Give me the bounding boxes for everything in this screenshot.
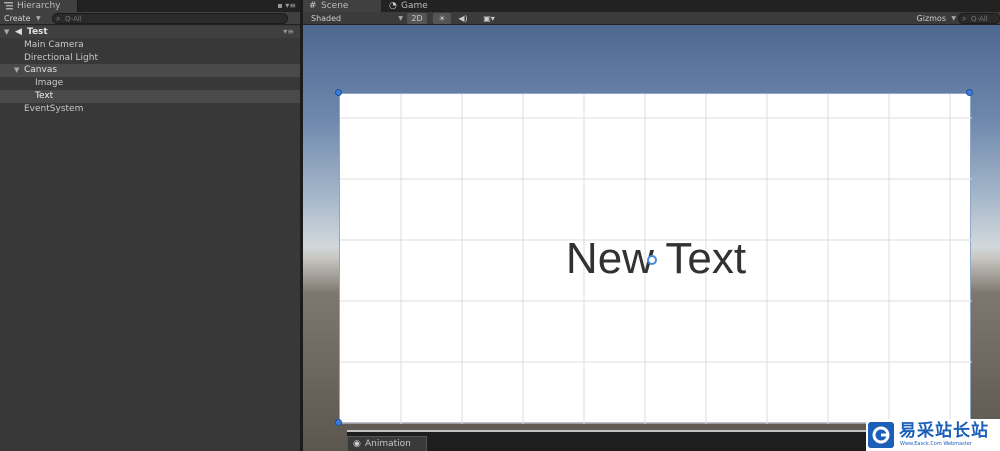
site-logo-icon <box>868 422 894 448</box>
speaker-icon: ◀) <box>458 14 468 23</box>
scene-menu-icon[interactable]: ▾≡ <box>283 26 294 38</box>
tree-item-label: EventSystem <box>24 104 84 114</box>
tab-label: Animation <box>365 439 411 449</box>
tree-item-image[interactable]: Image <box>0 77 300 90</box>
scene-viewport[interactable]: New Text ◉ Animation <box>303 25 1000 451</box>
tab-game[interactable]: ◔ Game <box>383 0 457 12</box>
scene-search[interactable]: ⌕ <box>958 13 1000 24</box>
mode-2d-toggle[interactable]: 2D <box>407 13 427 24</box>
hierarchy-toolbar: Create ▼ ⌕ <box>0 12 300 25</box>
tab-label: Scene <box>321 1 349 11</box>
rect-handle-bottom-left[interactable] <box>335 419 342 426</box>
scene-panel: # Scene ◔ Game Shaded ▼ 2D ☀ ◀) ▣▾ Gizmo… <box>303 0 1000 451</box>
tree-item-label: Image <box>35 78 64 88</box>
dropdown-arrow-icon: ▼ <box>35 15 41 22</box>
tree-item-canvas[interactable]: ▼ Canvas <box>0 64 300 77</box>
shading-mode-label: Shaded <box>311 14 342 23</box>
scene-search-input[interactable] <box>971 14 997 23</box>
list-icon <box>4 2 13 10</box>
tab-animation[interactable]: ◉ Animation <box>347 436 427 451</box>
hierarchy-tab[interactable]: Hierarchy <box>0 0 78 12</box>
tab-scene[interactable]: # Scene <box>303 0 381 12</box>
hierarchy-tab-label: Hierarchy <box>17 1 61 11</box>
pacman-icon: ◔ <box>389 1 397 11</box>
watermark-text: 易采站长站 <box>899 421 989 441</box>
tree-item-label: Main Camera <box>24 40 84 50</box>
ui-canvas-rect[interactable]: New Text <box>339 93 972 424</box>
hierarchy-tab-bar: Hierarchy ▪ ▾≡ <box>0 0 300 12</box>
tab-label: Game <box>401 1 428 11</box>
gizmos-dropdown[interactable]: Gizmos ▼ <box>917 12 956 25</box>
mode-2d-label: 2D <box>411 14 423 23</box>
tree-item-label: Canvas <box>24 65 58 75</box>
lighting-toggle[interactable]: ☀ <box>433 13 451 24</box>
dropdown-arrow-icon: ▼ <box>951 15 956 22</box>
lock-icon[interactable]: ▪ <box>277 1 282 10</box>
scene-name: Test <box>27 27 48 37</box>
animation-icon: ◉ <box>353 439 361 449</box>
tree-item-eventsystem[interactable]: EventSystem <box>0 103 300 116</box>
hierarchy-search[interactable]: ⌕ <box>52 13 288 24</box>
tree-item-text[interactable]: Text <box>0 90 300 103</box>
rect-handle-top-right[interactable] <box>966 89 973 96</box>
expand-triangle-icon[interactable]: ▼ <box>14 64 19 77</box>
tree-item-main-camera[interactable]: Main Camera <box>0 39 300 52</box>
scene-root-row[interactable]: ▼ ◀ Test ▾≡ <box>0 26 300 38</box>
grid-icon: # <box>309 1 317 11</box>
watermark-subtext: Www.Easck.Com Webmaster <box>900 441 972 447</box>
expand-triangle-icon[interactable]: ▼ <box>4 26 9 38</box>
scene-toolbar: Shaded ▼ 2D ☀ ◀) ▣▾ Gizmos ▼ ⌕ <box>303 12 1000 25</box>
scene-tab-bar: # Scene ◔ Game <box>303 0 1000 12</box>
tree-item-label: Text <box>35 91 54 101</box>
watermark: 易采站长站 Www.Easck.Com Webmaster <box>866 419 1000 451</box>
dropdown-arrow-icon: ▼ <box>398 15 403 22</box>
shading-mode-dropdown[interactable]: Shaded ▼ <box>311 12 403 25</box>
create-dropdown[interactable]: Create ▼ <box>4 12 41 25</box>
rect-handle-top-left[interactable] <box>335 89 342 96</box>
unity-scene-icon: ◀ <box>15 27 22 37</box>
unity-editor: Hierarchy ▪ ▾≡ Create ▼ ⌕ ▼ ◀ Test ▾≡ Ma <box>0 0 1000 451</box>
search-icon: ⌕ <box>56 14 61 23</box>
sun-icon: ☀ <box>438 14 446 23</box>
effects-dropdown[interactable]: ▣▾ <box>477 13 501 24</box>
gizmos-label: Gizmos <box>916 14 946 23</box>
pivot-handle[interactable] <box>647 255 657 265</box>
image-icon: ▣▾ <box>483 14 495 23</box>
panel-menu-icon[interactable]: ▾≡ <box>285 1 296 10</box>
create-label: Create <box>4 14 31 23</box>
audio-toggle[interactable]: ◀) <box>455 13 471 24</box>
lock-and-menu-icons[interactable]: ▪ ▾≡ <box>277 1 296 11</box>
search-icon: ⌕ <box>962 14 967 23</box>
hierarchy-search-input[interactable] <box>65 14 265 23</box>
hierarchy-panel: Hierarchy ▪ ▾≡ Create ▼ ⌕ ▼ ◀ Test ▾≡ Ma <box>0 0 300 451</box>
